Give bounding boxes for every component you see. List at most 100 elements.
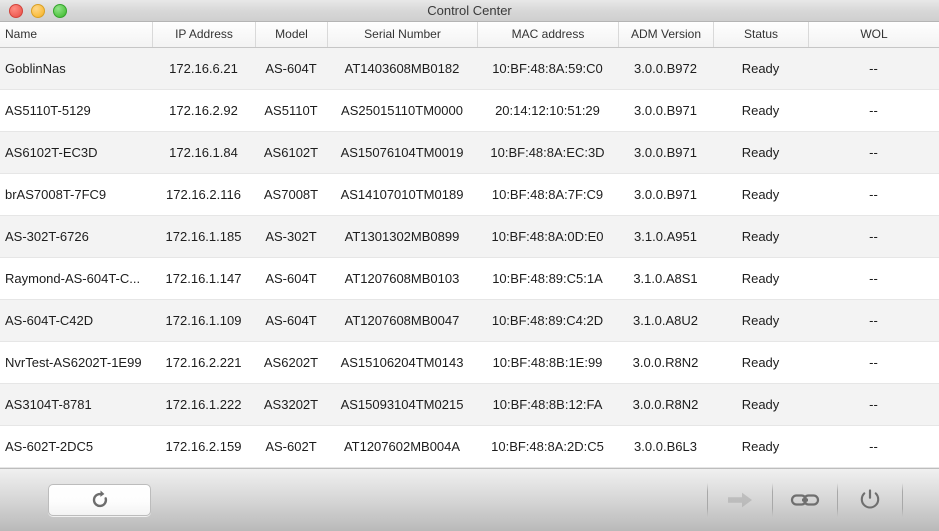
bottom-toolbar	[0, 468, 939, 531]
table-row[interactable]: NvrTest-AS6202T-1E99 172.16.2.221 AS6202T A…	[0, 342, 939, 384]
cell-mac: 10:BF:48:8A:59:C0	[492, 61, 603, 76]
cell-status: Ready	[741, 145, 780, 160]
window-title: Control Center	[427, 2, 512, 18]
link-icon	[790, 490, 820, 510]
arrow-right-icon	[726, 489, 754, 511]
cell-wol: --	[869, 187, 878, 202]
toolbar-separator	[902, 483, 903, 517]
control-center-window: Control Center Name IP Address Model Ser…	[0, 0, 939, 531]
cell-serial: AS15093104TM0215	[340, 397, 464, 412]
table-row[interactable]: AS-602T-2DC5 172.16.2.159 AS-602T AT1207602…	[0, 426, 939, 468]
cell-wol: --	[869, 271, 878, 286]
cell-adm: 3.0.0.B971	[634, 145, 697, 160]
cell-mac: 10:BF:48:8B:1E:99	[492, 355, 603, 370]
close-button[interactable]	[9, 3, 23, 18]
cell-wol: --	[869, 229, 878, 244]
cell-mac: 10:BF:48:8A:EC:3D	[490, 145, 605, 160]
cell-model: AS-604T	[265, 61, 317, 76]
open-device-button[interactable]	[708, 480, 772, 520]
cell-status: Ready	[741, 397, 780, 412]
cell-adm: 3.0.0.B6L3	[634, 439, 697, 454]
cell-serial: AS14107010TM0189	[340, 187, 464, 202]
zoom-button[interactable]	[53, 3, 67, 18]
window-controls	[0, 3, 67, 18]
cell-name: AS6102T-EC3D	[5, 145, 98, 160]
cell-model: AS3202T	[263, 397, 319, 412]
cell-mac: 20:14:12:10:51:29	[495, 103, 600, 118]
cell-name: AS-604T-C42D	[5, 313, 94, 328]
cell-ip: 172.16.2.92	[169, 103, 238, 118]
column-header-serial[interactable]: Serial Number	[327, 22, 477, 47]
power-button[interactable]	[838, 480, 902, 520]
cell-serial: AS25015110TM0000	[341, 103, 463, 118]
cell-wol: --	[869, 439, 878, 454]
cell-mac: 10:BF:48:8A:2D:C5	[491, 439, 604, 454]
cell-model: AS-302T	[265, 229, 317, 244]
cell-wol: --	[869, 103, 878, 118]
cell-model: AS7008T	[263, 187, 319, 202]
cell-serial: AS15106204TM0143	[340, 355, 464, 370]
refresh-icon	[89, 489, 111, 511]
cell-wol: --	[869, 313, 878, 328]
cell-serial: AT1207602MB004A	[343, 439, 461, 454]
cell-ip: 172.16.2.221	[165, 355, 242, 370]
cell-name: AS3104T-8781	[5, 397, 92, 412]
cell-name: GoblinNas	[5, 61, 66, 76]
cell-ip: 172.16.1.147	[165, 271, 242, 286]
toolbar-action-group	[707, 480, 903, 520]
column-header-name[interactable]: Name	[0, 22, 152, 47]
cell-status: Ready	[741, 313, 780, 328]
link-button[interactable]	[773, 480, 837, 520]
table-row[interactable]: AS6102T-EC3D 172.16.1.84 AS6102T AS15076104…	[0, 132, 939, 174]
table-row[interactable]: AS-302T-6726 172.16.1.185 AS-302T AT1301302…	[0, 216, 939, 258]
cell-ip: 172.16.2.116	[166, 187, 241, 202]
cell-model: AS6102T	[263, 145, 319, 160]
table-row[interactable]: Raymond-AS-604T-C... 172.16.1.147 AS-604T A…	[0, 258, 939, 300]
cell-mac: 10:BF:48:8B:12:FA	[492, 397, 603, 412]
refresh-button[interactable]	[48, 484, 151, 516]
cell-adm: 3.1.0.A8U2	[632, 313, 699, 328]
cell-name: AS5110T-5129	[5, 103, 91, 118]
column-header-status[interactable]: Status	[713, 22, 808, 47]
table-row[interactable]: brAS7008T-7FC9 172.16.2.116 AS7008T AS14107…	[0, 174, 939, 216]
cell-ip: 172.16.1.84	[169, 145, 238, 160]
cell-wol: --	[869, 61, 878, 76]
minimize-button[interactable]	[31, 3, 45, 18]
cell-mac: 10:BF:48:8A:0D:E0	[491, 229, 604, 244]
cell-serial: AT1207608MB0047	[344, 313, 460, 328]
cell-serial: AT1403608MB0182	[344, 61, 460, 76]
table-header-row: Name IP Address Model Serial Number MAC …	[0, 22, 939, 48]
cell-adm: 3.0.0.B971	[634, 103, 697, 118]
cell-ip: 172.16.1.222	[165, 397, 242, 412]
cell-status: Ready	[741, 229, 780, 244]
table-row[interactable]: GoblinNas 172.16.6.21 AS-604T AT1403608MB01…	[0, 48, 939, 90]
table-row[interactable]: AS-604T-C42D 172.16.1.109 AS-604T AT1207608…	[0, 300, 939, 342]
cell-wol: --	[869, 397, 878, 412]
cell-mac: 10:BF:48:89:C5:1A	[492, 271, 603, 286]
cell-adm: 3.0.0.R8N2	[632, 355, 699, 370]
column-header-wol[interactable]: WOL	[808, 22, 939, 47]
cell-adm: 3.1.0.A951	[634, 229, 697, 244]
table-row[interactable]: AS3104T-8781 172.16.1.222 AS3202T AS1509310…	[0, 384, 939, 426]
cell-model: AS6202T	[263, 355, 319, 370]
cell-model: AS5110T	[264, 103, 318, 118]
cell-mac: 10:BF:48:89:C4:2D	[491, 313, 604, 328]
cell-name: Raymond-AS-604T-C...	[5, 271, 141, 286]
column-header-ip[interactable]: IP Address	[152, 22, 255, 47]
cell-mac: 10:BF:48:8A:7F:C9	[491, 187, 604, 202]
cell-status: Ready	[741, 439, 780, 454]
column-header-adm[interactable]: ADM Version	[618, 22, 713, 47]
cell-adm: 3.0.0.B971	[634, 187, 697, 202]
device-table-body: GoblinNas 172.16.6.21 AS-604T AT1403608MB01…	[0, 48, 939, 468]
cell-name: brAS7008T-7FC9	[5, 187, 107, 202]
cell-serial: AS15076104TM0019	[340, 145, 464, 160]
cell-model: AS-604T	[265, 313, 317, 328]
cell-adm: 3.0.0.B972	[634, 61, 697, 76]
column-header-model[interactable]: Model	[255, 22, 327, 47]
cell-ip: 172.16.6.21	[169, 61, 238, 76]
cell-status: Ready	[741, 355, 780, 370]
table-row[interactable]: AS5110T-5129 172.16.2.92 AS5110T AS25015110…	[0, 90, 939, 132]
title-bar: Control Center	[0, 0, 939, 22]
cell-ip: 172.16.1.109	[165, 313, 242, 328]
column-header-mac[interactable]: MAC address	[477, 22, 618, 47]
